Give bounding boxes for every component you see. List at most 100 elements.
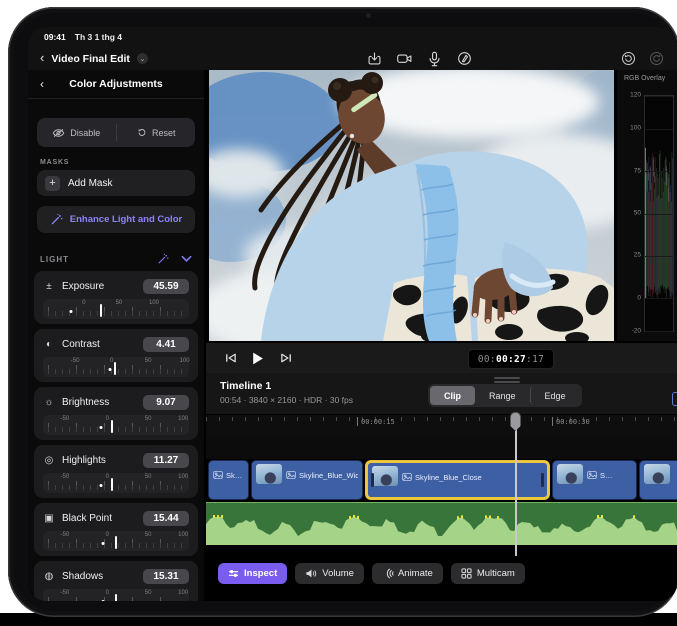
scope-plot bbox=[644, 95, 674, 332]
ruler-tick-label: 100 bbox=[178, 590, 188, 596]
inspect-button[interactable]: Inspect bbox=[218, 563, 287, 584]
status-date: Th 3 1 thg 4 bbox=[75, 32, 122, 42]
timeline-clip[interactable]: Sk… bbox=[208, 460, 249, 500]
slider-position-marker[interactable] bbox=[100, 304, 102, 317]
screen: 09:41 Th 3 1 thg 4 ‹ Video Final Edit ⌄ bbox=[28, 27, 677, 601]
disable-button[interactable]: Disable bbox=[37, 118, 116, 147]
skip-forward-button[interactable] bbox=[280, 343, 293, 373]
ruler-tick-label: -50 bbox=[61, 474, 70, 480]
slider-exposure: ± Exposure 45.59 050100 bbox=[34, 271, 198, 324]
audio-track[interactable] bbox=[206, 502, 677, 545]
slider-position-marker[interactable] bbox=[111, 420, 113, 433]
light-section-label: LIGHT bbox=[40, 255, 157, 264]
slider-origin-dot bbox=[69, 310, 72, 313]
magic-wand-icon bbox=[50, 213, 63, 226]
slider-value[interactable]: 15.31 bbox=[143, 569, 189, 584]
scope-gridline bbox=[645, 331, 673, 332]
multicam-button[interactable]: Multicam bbox=[451, 563, 525, 584]
button-label: Volume bbox=[322, 568, 354, 579]
title-dropdown-icon[interactable]: ⌄ bbox=[137, 53, 148, 64]
undo-icon[interactable] bbox=[620, 51, 636, 67]
slider-label: Highlights bbox=[62, 455, 136, 466]
panel-header: ‹ Color Adjustments bbox=[28, 70, 204, 99]
rgb-overlay-scope: RGB Overlay 1201007550250-20 bbox=[614, 70, 677, 341]
edit-mode-segmented-control: ClipRangeEdge bbox=[428, 384, 582, 407]
clip-settings-icon[interactable] bbox=[672, 392, 677, 406]
timeline-clip[interactable]: Skyline_Blue_Wide bbox=[251, 460, 363, 500]
slider-value[interactable]: 45.59 bbox=[143, 279, 189, 294]
trim-handle-left[interactable] bbox=[371, 473, 374, 487]
slider-ruler[interactable]: -50050100 bbox=[43, 473, 189, 493]
mode-tab-range[interactable]: Range bbox=[475, 386, 530, 405]
disable-reset-group: Disable Reset bbox=[37, 118, 195, 147]
mode-tab-clip[interactable]: Clip bbox=[430, 386, 475, 405]
light-section-header: LIGHT bbox=[40, 252, 192, 266]
slider-origin-dot bbox=[100, 484, 103, 487]
volume-button[interactable]: Volume bbox=[295, 563, 364, 584]
slider-ruler[interactable]: 050100 bbox=[43, 299, 189, 319]
black-point-icon: ▣ bbox=[43, 513, 55, 524]
panel-back-chevron-icon[interactable]: ‹ bbox=[40, 77, 44, 91]
toolbar-right-icons bbox=[620, 47, 664, 70]
timeline-clip[interactable] bbox=[639, 460, 677, 500]
back-chevron-icon[interactable]: ‹ bbox=[40, 51, 44, 64]
slider-label: Black Point bbox=[62, 513, 136, 524]
slider-ruler[interactable]: -50050100 bbox=[43, 357, 189, 377]
timecode-part: 00:27 bbox=[496, 354, 526, 365]
chevron-down-icon[interactable] bbox=[181, 255, 192, 263]
slider-value[interactable]: 9.07 bbox=[143, 395, 189, 410]
enhance-light-color-button[interactable]: Enhance Light and Color bbox=[37, 206, 195, 233]
ruler-tick-label: 50 bbox=[116, 300, 123, 306]
add-mask-button[interactable]: + Add Mask bbox=[37, 170, 195, 196]
video-camera-icon[interactable] bbox=[396, 51, 412, 67]
button-label: Animate bbox=[398, 568, 433, 579]
back-group[interactable]: ‹ Video Final Edit ⌄ bbox=[40, 47, 148, 70]
slider-position-marker[interactable] bbox=[111, 478, 113, 491]
video-preview[interactable] bbox=[209, 70, 614, 341]
trim-handle-right[interactable] bbox=[541, 473, 544, 487]
slider-black-point: ▣ Black Point 15.44 -50050100 bbox=[34, 503, 198, 556]
timeline-clip[interactable]: Skyline_Blue_Close bbox=[365, 460, 550, 500]
clip-label: Sk… bbox=[226, 471, 242, 480]
slider-position-marker[interactable] bbox=[115, 594, 117, 601]
preview-frame-illustration bbox=[209, 70, 614, 341]
photo-icon bbox=[587, 466, 597, 484]
mic-icon[interactable] bbox=[426, 51, 442, 67]
timecode-part: 00: bbox=[478, 354, 496, 365]
slider-origin-dot bbox=[109, 368, 112, 371]
contrast-icon: ◐ bbox=[43, 339, 55, 350]
slider-ruler[interactable]: -50050100 bbox=[43, 531, 189, 551]
skip-back-button[interactable] bbox=[224, 343, 237, 373]
playhead[interactable] bbox=[515, 412, 517, 556]
ruler-tick-label: 0 bbox=[106, 416, 109, 422]
slider-value[interactable]: 11.27 bbox=[143, 453, 189, 468]
volume-icon bbox=[305, 568, 317, 579]
play-button[interactable] bbox=[250, 343, 265, 373]
slider-ruler[interactable]: -50050100 bbox=[43, 589, 189, 601]
eye-off-icon bbox=[52, 128, 65, 138]
mode-tab-edge[interactable]: Edge bbox=[530, 386, 580, 405]
slider-position-marker[interactable] bbox=[115, 536, 117, 549]
animate-button[interactable]: Animate bbox=[372, 563, 443, 584]
ruler-ticks bbox=[206, 417, 677, 421]
pencil-tool-icon[interactable] bbox=[456, 51, 472, 67]
slider-position-marker[interactable] bbox=[114, 362, 116, 375]
scope-gridline bbox=[645, 96, 673, 97]
ruler-tick-label: -50 bbox=[61, 590, 70, 596]
inspect-icon bbox=[228, 568, 239, 579]
slider-ruler[interactable]: -50050100 bbox=[43, 415, 189, 435]
timeline-clip[interactable]: S… bbox=[552, 460, 637, 500]
reset-button[interactable]: Reset bbox=[117, 118, 196, 147]
slider-value[interactable]: 15.44 bbox=[143, 511, 189, 526]
scope-gridline bbox=[645, 214, 673, 215]
animate-icon bbox=[382, 568, 393, 579]
photo-icon bbox=[286, 466, 296, 484]
audio-waveform bbox=[206, 503, 677, 545]
redo-icon[interactable] bbox=[648, 51, 664, 67]
slider-value[interactable]: 4.41 bbox=[143, 337, 189, 352]
import-icon[interactable] bbox=[366, 51, 382, 67]
clip-label: Skyline_Blue_Close bbox=[415, 473, 482, 482]
timecode-display[interactable]: 00:00:27:17 bbox=[468, 349, 554, 369]
scope-axis-label: 0 bbox=[637, 294, 641, 301]
section-wand-icon[interactable] bbox=[157, 253, 169, 265]
